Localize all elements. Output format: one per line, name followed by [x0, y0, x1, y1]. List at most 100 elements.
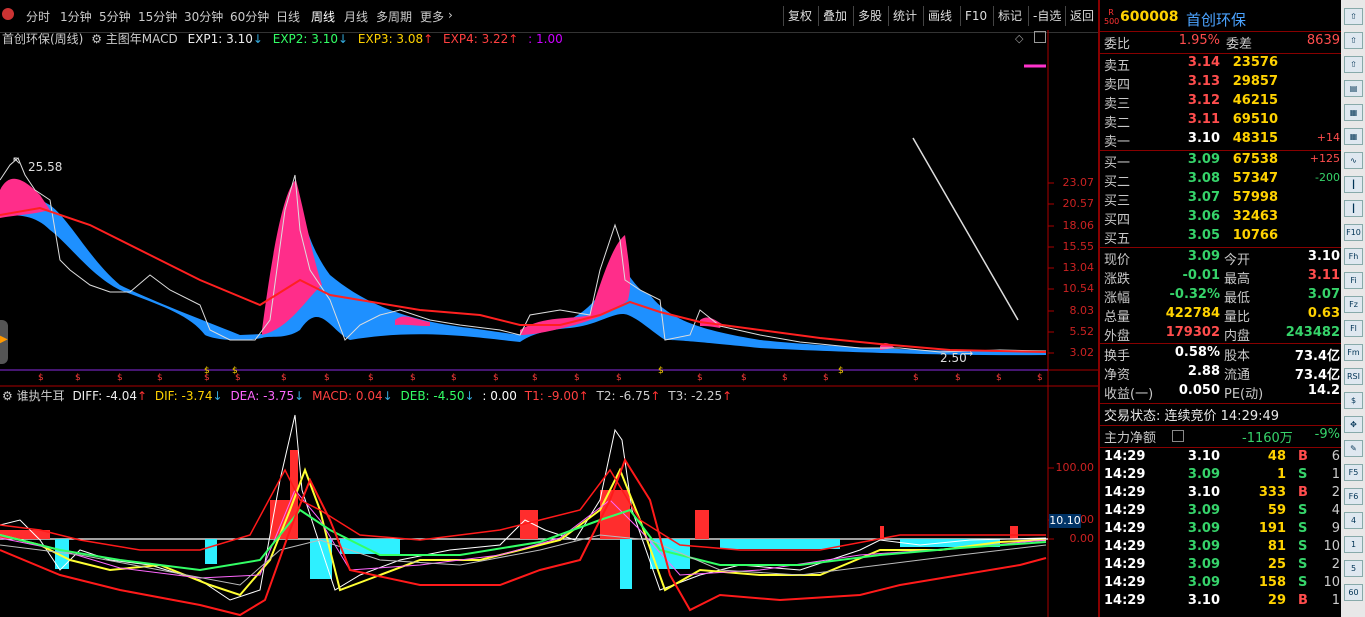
sell-level-label: 卖二: [1104, 116, 1131, 131]
up-icon[interactable]: ⇧: [1344, 8, 1363, 25]
buy-level-row[interactable]: 买五 3.05 10766: [1102, 228, 1340, 247]
chart-icon[interactable]: ∿: [1344, 152, 1363, 169]
period-tab-15min[interactable]: 15分钟: [138, 8, 177, 25]
sell-level-row[interactable]: 卖四 3.13 29857: [1102, 74, 1340, 93]
fl-icon[interactable]: Fl: [1344, 320, 1363, 337]
chart-area[interactable]: $ $ $ $ $ $ $ $ $ $ $ $ $ $ $ $ $ $ $ $ $ $ $ $ $ $ $: [0, 30, 1098, 617]
candle-icon[interactable]: ┃: [1344, 176, 1363, 193]
sell-price: 3.11: [1187, 112, 1220, 127]
tick-row: 14:29 3.10 333 B 2: [1102, 485, 1340, 503]
tick-side: S: [1298, 503, 1308, 518]
maximize-icon[interactable]: [1034, 31, 1046, 43]
chevron-right-icon[interactable]: ›: [448, 8, 453, 22]
sell-level-row[interactable]: 卖三 3.12 46215: [1102, 93, 1340, 112]
add-watchlist-button[interactable]: -自选: [1028, 6, 1065, 26]
tick-volume: 25: [1267, 557, 1286, 572]
num-4-icon[interactable]: 4: [1344, 512, 1363, 529]
draw-line-button[interactable]: 画线: [923, 6, 956, 26]
tick-price: 3.10: [1187, 485, 1220, 500]
buy-price: 3.06: [1187, 209, 1220, 224]
main-flow-row: 主力净额 -1160万 -9%: [1102, 427, 1340, 446]
fm-icon[interactable]: Fm: [1344, 344, 1363, 361]
buy-level-row[interactable]: 买三 3.07 57998: [1102, 190, 1340, 209]
list-icon[interactable]: ▤: [1344, 80, 1363, 97]
f6-icon[interactable]: F6: [1344, 488, 1363, 505]
buy-price: 3.08: [1187, 171, 1220, 186]
multi-stock-button[interactable]: 多股: [853, 6, 886, 26]
period-tab-month[interactable]: 月线: [344, 8, 368, 25]
rsi-icon[interactable]: RSI: [1344, 368, 1363, 385]
buy-level-row[interactable]: 买四 3.06 32463: [1102, 209, 1340, 228]
quote-value: -0.32%: [1169, 287, 1221, 302]
mark-button[interactable]: 标记: [993, 6, 1026, 26]
sell-price: 3.10: [1187, 131, 1220, 146]
period-tab-30min[interactable]: 30分钟: [184, 8, 223, 25]
settings-icon[interactable]: ⚙: [91, 32, 102, 46]
period-tab-5min[interactable]: 5分钟: [99, 8, 131, 25]
fz-icon[interactable]: Fz: [1344, 296, 1363, 313]
trade-status-text: 交易状态: 连续竞价 14:29:49: [1104, 409, 1280, 424]
quote-row: 外盘 179302 内盘 243482: [1102, 325, 1340, 344]
buy-level-label: 买五: [1104, 232, 1131, 247]
sell-level-row[interactable]: 卖一 3.10 48315 +14: [1102, 131, 1340, 150]
tick-time: 14:29: [1104, 449, 1146, 464]
sub-indicator-name[interactable]: 谁执牛耳: [17, 389, 65, 403]
period-tab-day[interactable]: 日线: [276, 8, 300, 25]
f5-icon[interactable]: F5: [1344, 464, 1363, 481]
overlay-button[interactable]: 叠加: [818, 6, 851, 26]
sell-level-label: 卖四: [1104, 78, 1131, 93]
f10-icon[interactable]: F10: [1344, 224, 1363, 241]
up-icon[interactable]: ⇧: [1344, 32, 1363, 49]
svg-text:$: $: [451, 373, 457, 383]
quote-label: 现价: [1104, 253, 1131, 268]
period-tab-week[interactable]: 周线: [311, 8, 335, 25]
tick-volume: 59: [1267, 503, 1286, 518]
fund-value: 2.88: [1187, 364, 1220, 379]
up-icon[interactable]: ⇧: [1344, 56, 1363, 73]
sell-level-row[interactable]: 卖五 3.14 23576: [1102, 55, 1340, 74]
period-tab-fenshi[interactable]: 分时: [26, 8, 50, 25]
grid-icon[interactable]: ▦: [1344, 104, 1363, 121]
period-toolbar: 分时 1分钟 5分钟 15分钟 30分钟 60分钟 日线 周线 月线 多周期 更…: [0, 0, 1098, 33]
low-price-label: 2.50: [940, 351, 967, 365]
num-1-icon[interactable]: 1: [1344, 536, 1363, 553]
buy-level-row[interactable]: 买二 3.08 57347 -200: [1102, 171, 1340, 190]
back-button[interactable]: 返回: [1065, 6, 1098, 26]
money-icon[interactable]: $: [1344, 392, 1363, 409]
dea-value: DEA: -3.75: [230, 389, 295, 403]
weibi-label: 委比: [1104, 37, 1131, 52]
tick-time: 14:29: [1104, 575, 1146, 590]
f-icon[interactable]: Fi: [1344, 272, 1363, 289]
num-5-icon[interactable]: 5: [1344, 560, 1363, 577]
fuquan-button[interactable]: 复权: [783, 6, 816, 26]
move-icon[interactable]: ✥: [1344, 416, 1363, 433]
sell-level-row[interactable]: 卖二 3.11 69510: [1102, 112, 1340, 131]
pen-icon[interactable]: ✎: [1344, 440, 1363, 457]
chevron-right-icon[interactable]: ▶: [0, 334, 8, 345]
buy-level-row[interactable]: 买一 3.09 67538 +125: [1102, 152, 1340, 171]
period-tab-60min[interactable]: 60分钟: [230, 8, 269, 25]
num-60-icon[interactable]: 60: [1344, 584, 1363, 601]
tick-price: 3.10: [1187, 449, 1220, 464]
period-tab-more[interactable]: 更多: [420, 8, 444, 25]
period-tab-1min[interactable]: 1分钟: [60, 8, 92, 25]
fh-icon[interactable]: Fh: [1344, 248, 1363, 265]
tick-time: 14:29: [1104, 593, 1146, 608]
f10-button[interactable]: F10: [960, 6, 991, 26]
svg-text:$: $: [741, 373, 747, 383]
stats-button[interactable]: 统计: [888, 6, 921, 26]
close-icon[interactable]: [2, 8, 14, 20]
quote-label2: 今开: [1224, 253, 1251, 268]
quote-value: 422784: [1165, 306, 1220, 321]
fund-label: 换手: [1104, 349, 1131, 364]
period-tab-multi[interactable]: 多周期: [376, 8, 412, 25]
settings-icon[interactable]: ⚙: [2, 389, 13, 403]
candle-icon[interactable]: ┃: [1344, 200, 1363, 217]
list-icon[interactable]: [1172, 430, 1184, 442]
tick-row: 14:29 3.09 59 S 4: [1102, 503, 1340, 521]
grid-icon[interactable]: ▦: [1344, 128, 1363, 145]
diamond-icon[interactable]: ◇: [1015, 32, 1023, 45]
tick-price: 3.09: [1187, 521, 1220, 536]
indicator-name[interactable]: 主图年MACD: [106, 32, 178, 46]
sell-change: +14: [1316, 131, 1340, 144]
